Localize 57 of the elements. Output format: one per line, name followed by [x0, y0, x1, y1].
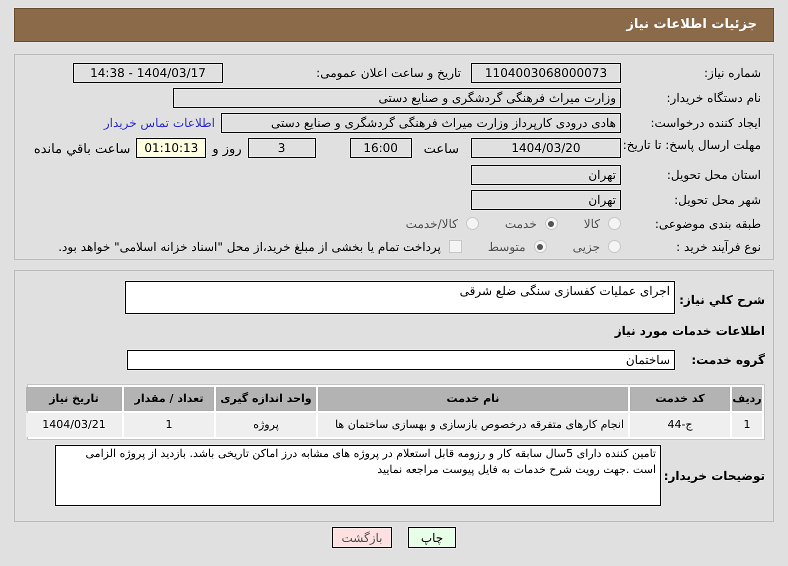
input-field[interactable]: تهران	[471, 190, 621, 210]
remaining-time-field[interactable]: 01:10:13	[136, 138, 206, 158]
back-button[interactable]: بازگشت	[332, 527, 392, 548]
radio-label: کالا	[584, 216, 600, 232]
column-header: تعداد / مقدار	[124, 387, 214, 411]
input-field[interactable]: 3	[248, 138, 316, 158]
field-label: شرح کلي نیاز:	[678, 292, 765, 309]
field-label: نوع فرآیند خرید :	[675, 238, 761, 256]
summary-textarea[interactable]: اجرای عملیات کفسازی سنگی ضلع شرقی	[125, 281, 675, 314]
field-label: طبقه بندی موضوعی:	[654, 216, 761, 232]
column-header: کد خدمت	[630, 387, 730, 411]
field-label: گروه خدمت:	[690, 352, 765, 369]
field-label: نام دستگاه خریدار:	[666, 90, 761, 107]
page-title: جزئیات اطلاعات نیاز	[626, 16, 757, 34]
input-field[interactable]: ساختمان	[127, 350, 675, 370]
input-field[interactable]: 1404/03/17 - 14:38	[73, 63, 223, 83]
radio-button[interactable]	[608, 240, 621, 253]
radio-button[interactable]	[544, 217, 558, 230]
input-field[interactable]: هادی درودی کارپرداز وزارت میراث فرهنگی گردشگری و صنایع دستی	[221, 113, 621, 133]
time-label: ساعت	[424, 141, 459, 159]
field-label: شماره نیاز:	[703, 65, 761, 82]
field-label: ایجاد کننده درخواست:	[649, 115, 761, 132]
input-field[interactable]: 1104003068000073	[471, 63, 621, 83]
input-field[interactable]: 1404/03/20	[471, 138, 621, 158]
column-header: واحد اندازه گیری	[216, 387, 316, 411]
column-header: نام خدمت	[318, 387, 628, 411]
remaining-label: ساعت باقي مانده	[34, 141, 130, 159]
column-header: ردیف	[732, 387, 762, 411]
days-label: روز و	[212, 141, 242, 159]
radio-button[interactable]	[608, 217, 621, 230]
table-cell: 1	[124, 413, 214, 437]
radio-button[interactable]	[466, 217, 479, 230]
input-field[interactable]: 16:00	[350, 138, 412, 158]
radio-button[interactable]	[534, 240, 547, 253]
section-heading: اطلاعات خدمات مورد نیاز	[613, 323, 765, 340]
radio-label: خدمت	[504, 216, 537, 232]
contact-link[interactable]: اطلاعات تماس خریدار	[104, 114, 215, 132]
print-button[interactable]: چاپ	[408, 527, 456, 548]
radio-label: کالا/خدمت	[406, 216, 458, 232]
table-cell: 1	[732, 413, 762, 437]
table-cell: 1404/03/21	[26, 413, 122, 437]
field-label: توضیحات خریدار:	[662, 468, 765, 484]
field-label: استان محل تحویل:	[666, 166, 761, 184]
radio-label: جزیی	[572, 238, 600, 256]
table-cell: ج-44	[630, 413, 730, 437]
table-cell: انجام کارهای متفرقه درخصوص بازسازی و بهسازی ساختمان ها	[318, 413, 628, 437]
radio-label: متوسط	[488, 238, 526, 256]
table-cell: پروژه	[216, 413, 316, 437]
field-label: مهلت ارسال پاسخ: تا تاریخ:	[622, 138, 761, 153]
payment-note: پرداخت تمام یا بخشی از مبلغ خرید،از محل "اسناد خزانه اسلامی" خواهد بود.	[58, 238, 441, 256]
field-label: شهر محل تحویل:	[673, 192, 761, 208]
notes-textarea[interactable]: تامین کننده دارای 5سال سابقه کار و رزومه قابل استعلام در پروژه های مشابه درز اماکن تاریخی باشد. بازدید از پروژه الزامی است .جهت رویت شرح خدمات به فایل پیوست مراجعه نمایید	[55, 445, 661, 506]
input-field[interactable]: وزارت میراث فرهنگی گردشگری و صنایع دستی	[173, 88, 621, 108]
checkbox[interactable]	[448, 240, 462, 253]
input-field[interactable]: تهران	[471, 164, 621, 184]
column-header: تاریخ نیاز	[26, 387, 122, 411]
field-label: تاریخ و ساعت اعلان عمومی:	[315, 65, 462, 82]
